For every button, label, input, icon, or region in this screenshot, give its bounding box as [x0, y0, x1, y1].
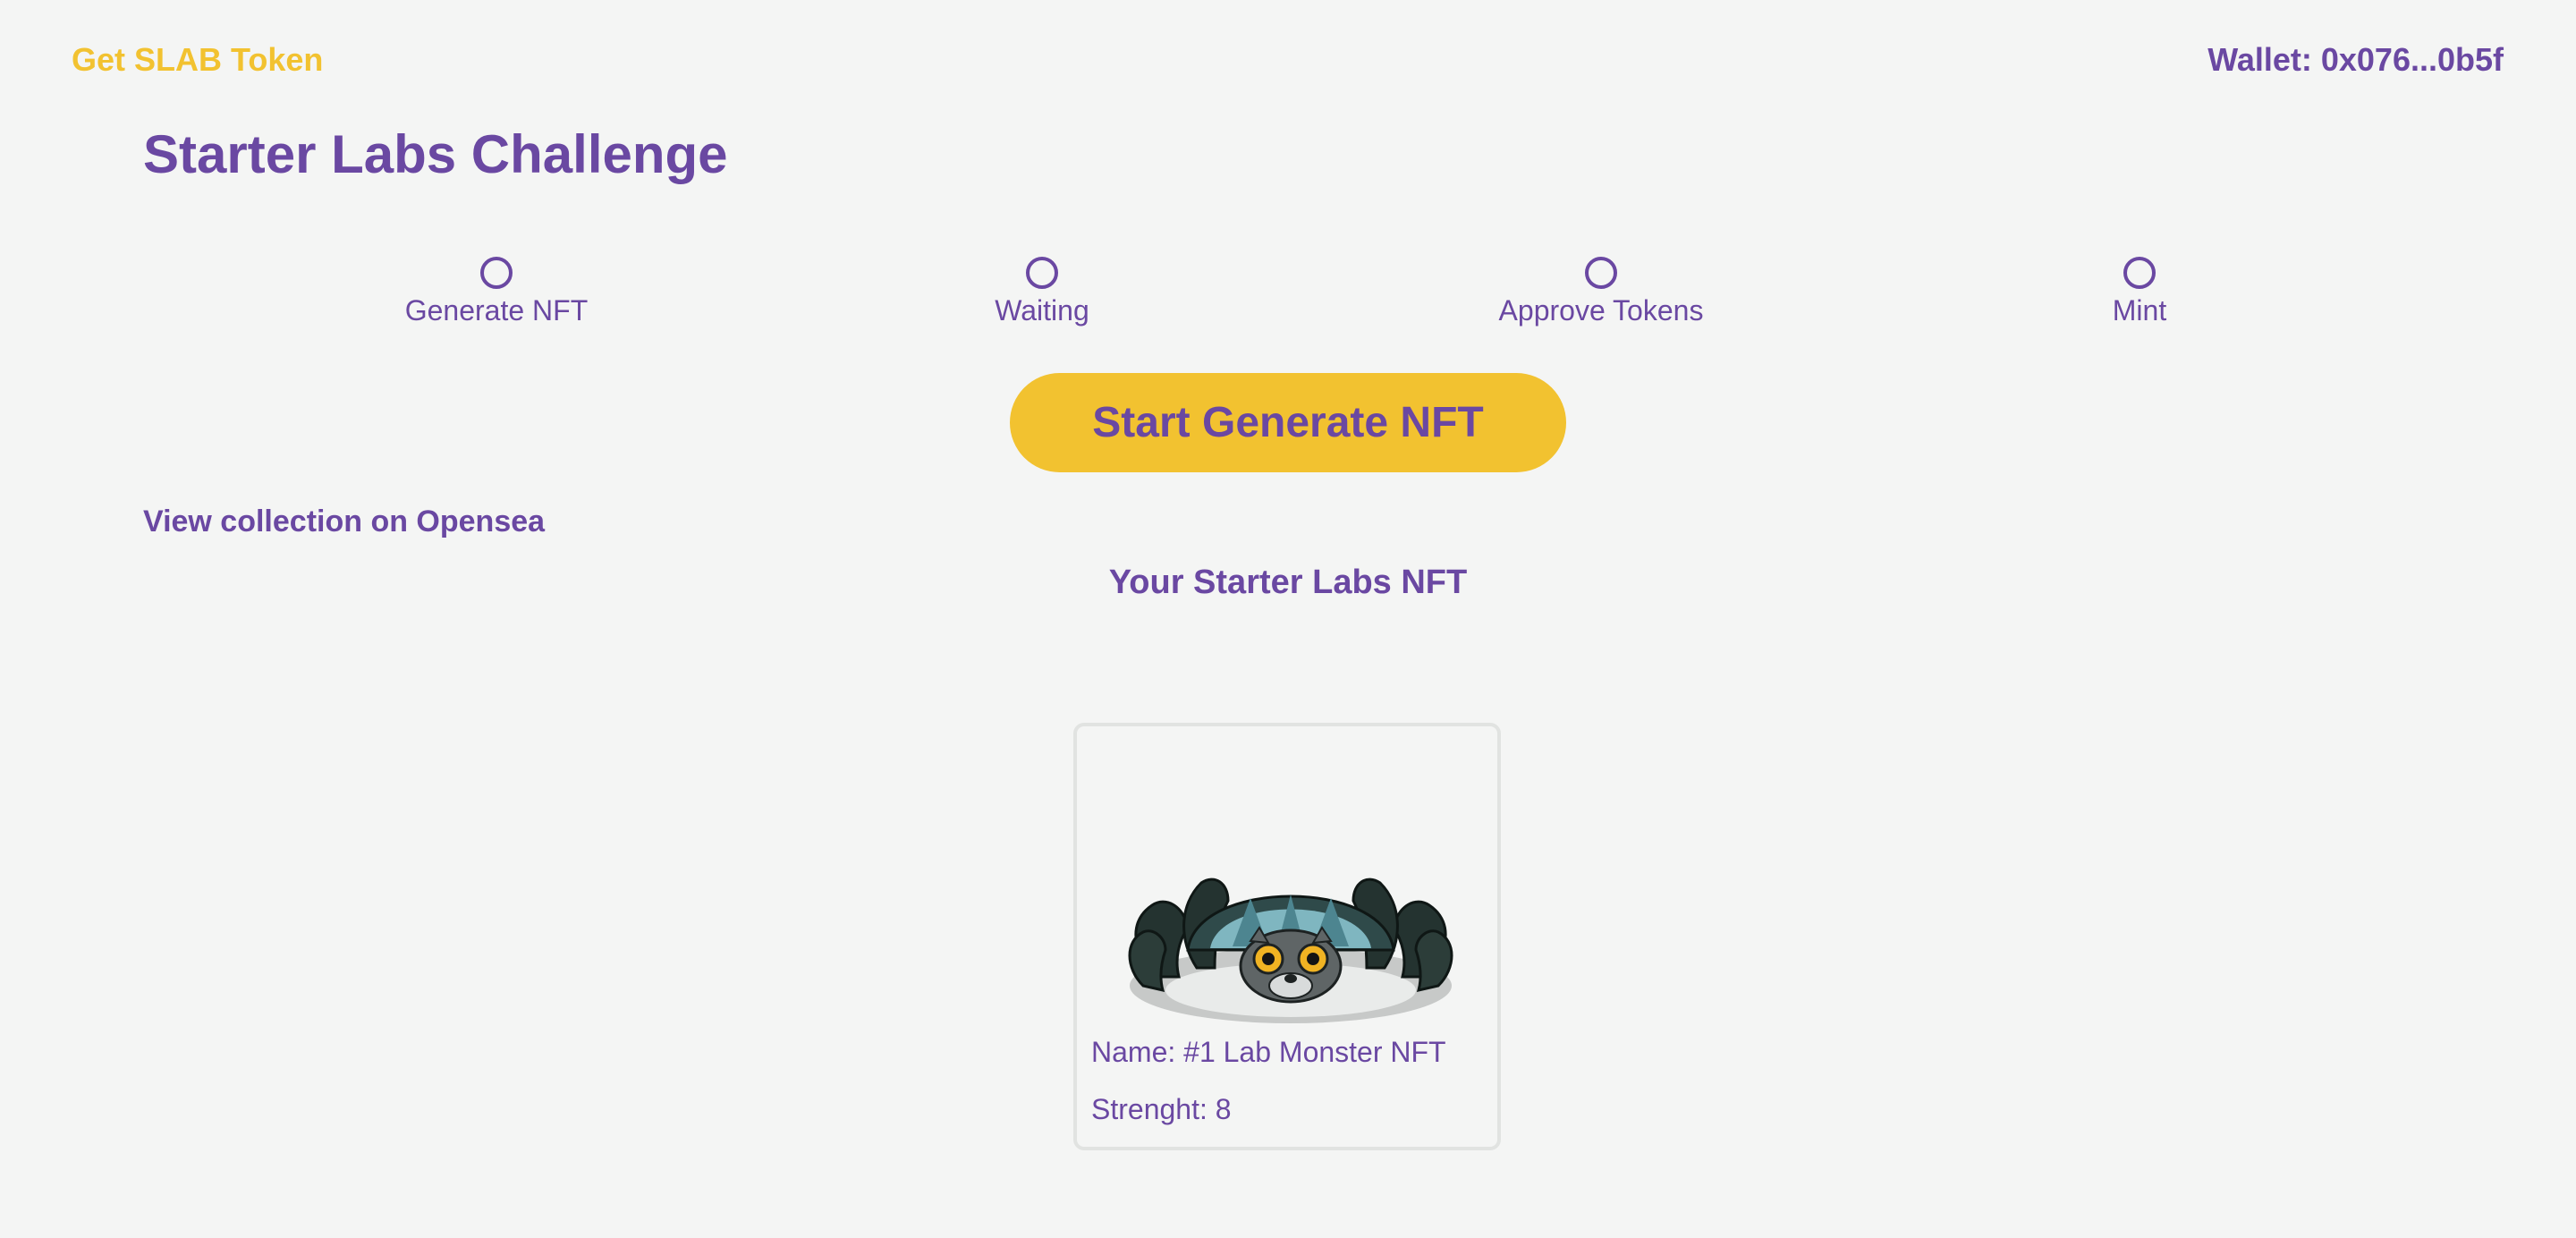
- step-label: Generate NFT: [404, 294, 589, 326]
- nft-name: Name: #1 Lab Monster NFT: [1091, 1036, 1446, 1068]
- step-circle-icon: [2123, 257, 2156, 289]
- step-mint: Mint: [1961, 257, 2318, 327]
- nft-card[interactable]: Name: #1 Lab Monster NFT Strenght: 8: [1073, 723, 1501, 1150]
- start-generate-nft-button[interactable]: Start Generate NFT: [1010, 373, 1566, 472]
- step-label: Mint: [2112, 294, 2167, 326]
- get-slab-token-link[interactable]: Get SLAB Token: [72, 41, 323, 79]
- step-approve-tokens: Approve Tokens: [1422, 257, 1780, 327]
- step-generate-nft: Generate NFT: [318, 257, 675, 327]
- step-label: Approve Tokens: [1498, 294, 1704, 326]
- step-circle-icon: [1026, 257, 1058, 289]
- step-waiting: Waiting: [863, 257, 1221, 327]
- step-label: Waiting: [995, 294, 1089, 326]
- view-collection-opensea-link[interactable]: View collection on Opensea: [143, 505, 545, 539]
- page-title: Starter Labs Challenge: [143, 124, 728, 184]
- step-circle-icon: [1585, 257, 1617, 289]
- step-circle-icon: [480, 257, 513, 289]
- nft-section-title: Your Starter Labs NFT: [1108, 564, 1468, 601]
- lab-monster-spider-icon: [1128, 878, 1453, 1023]
- progress-stepper: Generate NFT Waiting Approve Tokens Mint: [0, 257, 2576, 337]
- wallet-address: Wallet: 0x076...0b5f: [2207, 41, 2504, 78]
- nft-strength: Strenght: 8: [1091, 1093, 1232, 1125]
